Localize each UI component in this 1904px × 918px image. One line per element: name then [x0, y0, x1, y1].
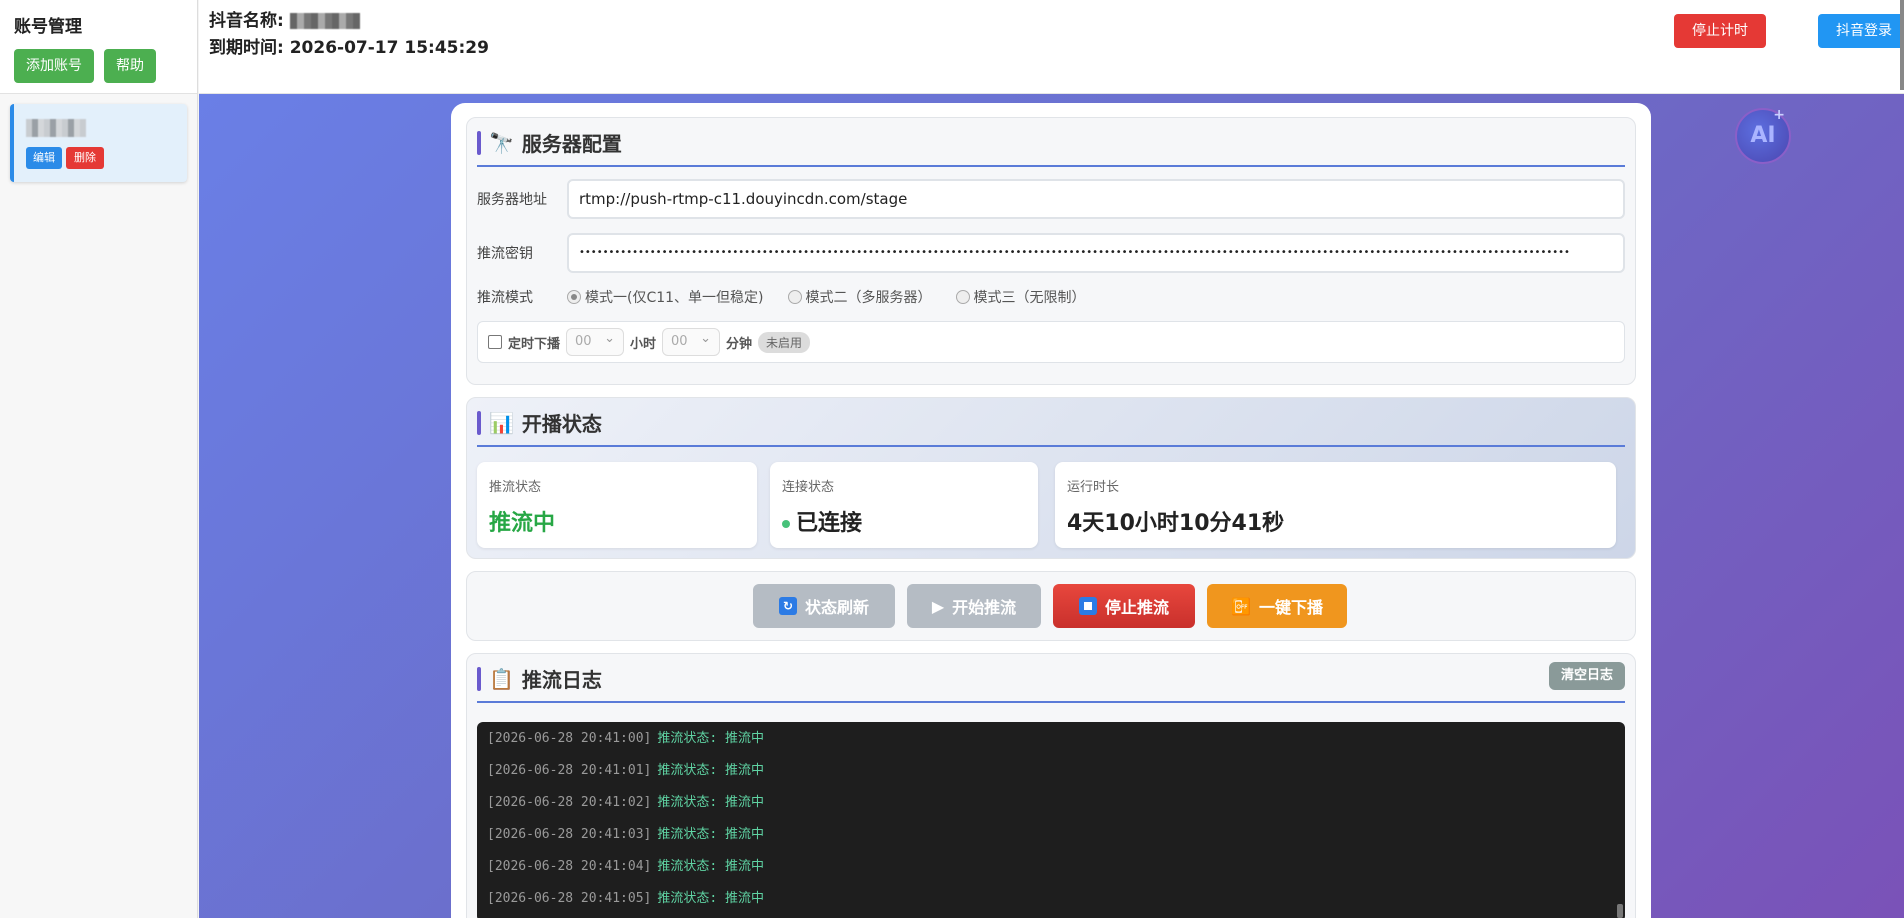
telescope-icon: 🔭 — [489, 130, 514, 155]
page-scrollbar[interactable] — [1900, 0, 1904, 90]
help-button[interactable]: 帮助 — [104, 49, 156, 83]
server-config-title: 🔭 服务器配置 — [477, 118, 1625, 167]
content-panel: 🔭 服务器配置 服务器地址 rtmp://push-rtmp-c11.douyi… — [451, 103, 1651, 918]
start-stream-button[interactable]: ▶ 开始推流 — [907, 584, 1041, 628]
log-line: [2026-06-28 20:41:01] 推流状态: 推流中 — [487, 763, 765, 778]
add-account-button[interactable]: 添加账号 — [14, 49, 94, 83]
account-name-blurred — [26, 119, 86, 137]
scheduled-offline-label: 定时下播 — [508, 336, 561, 352]
stream-key-input[interactable]: ••••••••••••••••••••••••••••••••••••••••… — [567, 233, 1625, 273]
stop-icon — [1078, 597, 1097, 615]
run-time-box: 运行时长 4天10小时10分41秒 — [1055, 462, 1616, 548]
play-icon: ▶ — [931, 596, 945, 616]
hour-select[interactable]: 00 — [566, 326, 625, 356]
push-status-label: 推流状态 — [489, 480, 542, 495]
push-status-value: 推流中 — [489, 511, 556, 536]
ai-assistant-icon[interactable]: AI + — [1735, 108, 1791, 164]
push-status-box: 推流状态 推流中 — [477, 462, 757, 548]
connection-status-label: 连接状态 — [782, 480, 835, 495]
refresh-status-button[interactable]: ↻ 状态刷新 — [753, 584, 895, 628]
log-line: [2026-06-28 20:41:03] 推流状态: 推流中 — [487, 827, 765, 842]
account-item[interactable]: 编辑 删除 — [10, 104, 187, 182]
clear-log-button[interactable]: 清空日志 — [1548, 662, 1625, 690]
sidebar: 账号管理 添加账号 帮助 编辑 删除 — [0, 0, 198, 918]
timer-status-badge: 未启用 — [758, 331, 811, 353]
douyin-login-button[interactable]: 抖音登录 — [1818, 14, 1904, 48]
live-status-title: 📊 开播状态 — [477, 398, 1625, 447]
stream-log-card: 📋 推流日志 清空日志 [2026-06-28 20:41:00] 推流状态: 推… — [466, 653, 1636, 918]
minute-select[interactable]: 00 — [662, 326, 721, 356]
stop-timer-button[interactable]: 停止计时 — [1674, 14, 1766, 48]
minute-unit: 分钟 — [726, 336, 753, 352]
header: 抖音名称: 到期时间: 2026-07-17 15:45:29 停止计时 抖音登… — [199, 0, 1904, 94]
log-output: [2026-06-28 20:41:00] 推流状态: 推流中 [2026-06-… — [477, 722, 1625, 918]
connection-status-value: 已连接 — [782, 505, 1026, 537]
connection-status-box: 连接状态 已连接 — [770, 462, 1038, 548]
delete-account-button[interactable]: 删除 — [66, 147, 104, 169]
sidebar-header: 账号管理 添加账号 帮助 — [0, 0, 197, 94]
mode-three-radio[interactable]: 模式三（无限制） — [955, 287, 1086, 307]
log-scrollbar[interactable] — [1617, 904, 1623, 918]
hour-unit: 小时 — [630, 336, 657, 352]
run-time-label: 运行时长 — [1067, 480, 1120, 495]
scheduled-offline-box: 定时下播 00 小时 00 分钟 未启用 — [477, 321, 1625, 363]
phone-off-icon: 📴 — [1231, 596, 1251, 616]
run-time-value: 4天10小时10分41秒 — [1067, 511, 1285, 536]
server-config-card: 🔭 服务器配置 服务器地址 rtmp://push-rtmp-c11.douyi… — [466, 117, 1636, 385]
stream-mode-label: 推流模式 — [477, 290, 533, 306]
log-line: [2026-06-28 20:41:02] 推流状态: 推流中 — [487, 795, 765, 810]
sidebar-title: 账号管理 — [14, 17, 82, 37]
scheduled-offline-checkbox[interactable] — [488, 335, 502, 349]
log-line: [2026-06-28 20:41:00] 推流状态: 推流中 — [487, 731, 765, 746]
refresh-icon: ↻ — [778, 597, 797, 615]
server-address-input[interactable]: rtmp://push-rtmp-c11.douyincdn.com/stage — [567, 179, 1625, 219]
log-line: [2026-06-28 20:41:05] 推流状态: 推流中 — [487, 891, 765, 906]
live-status-card: 📊 开播状态 推流状态 推流中 连接状态 已连接 运行时长 4天10小时10分4… — [466, 397, 1636, 559]
mode-one-radio[interactable]: 模式一(仅C11、单一但稳定) — [567, 287, 764, 307]
one-click-offline-button[interactable]: 📴 一键下播 — [1207, 584, 1347, 628]
bar-chart-icon: 📊 — [489, 410, 514, 435]
connected-dot-icon — [782, 520, 790, 528]
douyin-name: 抖音名称: — [209, 6, 360, 31]
stop-stream-button[interactable]: 停止推流 — [1053, 584, 1195, 628]
actions-card: ↻ 状态刷新 ▶ 开始推流 停止推流 📴 一键下播 — [466, 571, 1636, 641]
main-area: AI + 🔭 服务器配置 服务器地址 rtmp://push-rtmp-c11.… — [199, 94, 1904, 918]
log-line: [2026-06-28 20:41:04] 推流状态: 推流中 — [487, 859, 765, 874]
stream-key-label: 推流密钥 — [477, 246, 533, 262]
clipboard-icon: 📋 — [489, 666, 514, 691]
douyin-name-blurred — [289, 13, 360, 29]
server-address-label: 服务器地址 — [477, 192, 547, 208]
mode-two-radio[interactable]: 模式二（多服务器） — [787, 287, 932, 307]
edit-account-button[interactable]: 编辑 — [26, 147, 62, 169]
expire-time: 到期时间: 2026-07-17 15:45:29 — [209, 38, 489, 58]
stream-mode-group: 模式一(仅C11、单一但稳定) 模式二（多服务器） 模式三（无限制） — [567, 287, 1086, 307]
stream-log-title: 📋 推流日志 — [477, 654, 1625, 703]
